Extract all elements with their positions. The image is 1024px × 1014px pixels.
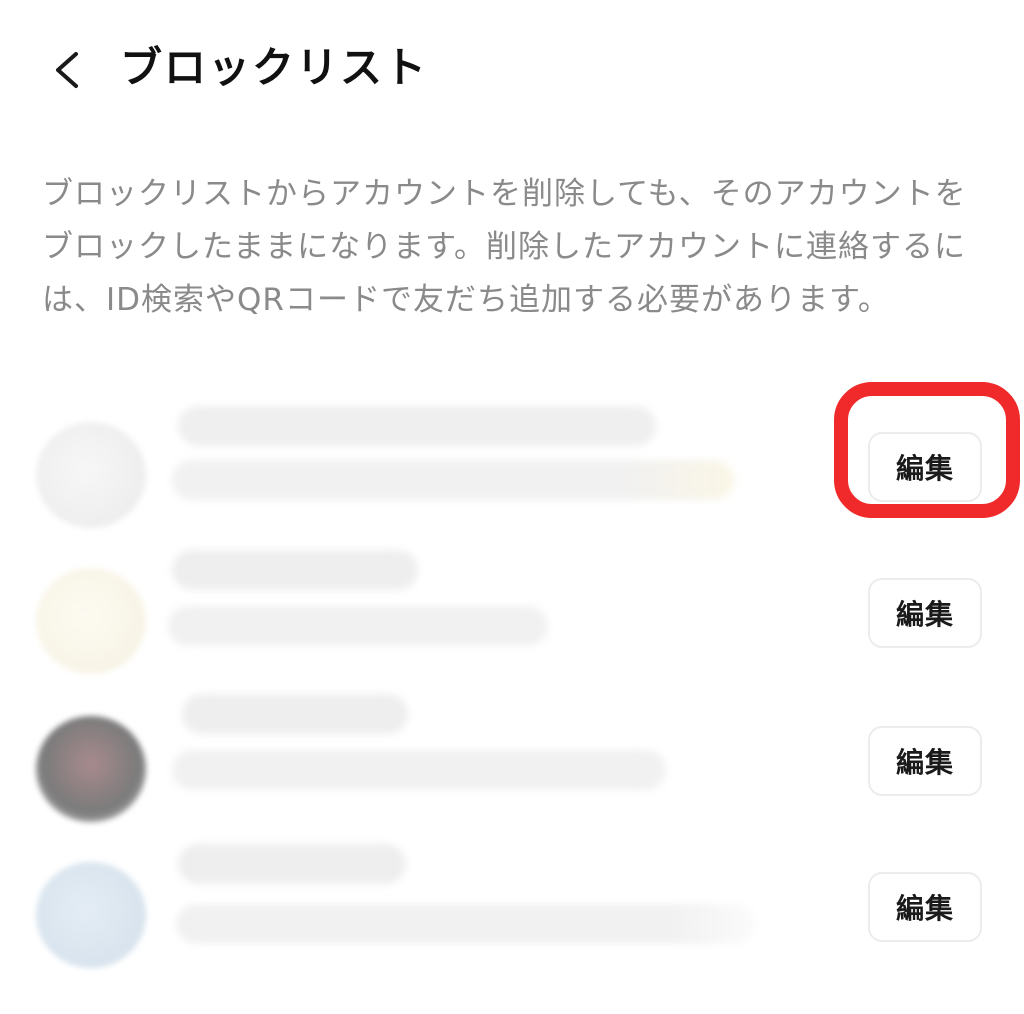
avatar bbox=[36, 716, 146, 822]
account-name-redacted bbox=[172, 550, 418, 590]
avatar bbox=[36, 422, 146, 528]
account-name-redacted bbox=[182, 694, 408, 734]
page-title: ブロックリスト bbox=[120, 43, 429, 92]
back-button[interactable] bbox=[38, 40, 98, 100]
description-text: ブロックリストからアカウントを削除しても、そのアカウントを ブロックしたままにな… bbox=[42, 168, 992, 327]
edit-button[interactable]: 編集 bbox=[868, 726, 982, 796]
account-name-redacted bbox=[178, 844, 406, 884]
blocked-account-row: 編集 bbox=[0, 400, 1024, 540]
edit-button[interactable]: 編集 bbox=[868, 432, 982, 502]
account-status-redacted bbox=[172, 750, 666, 790]
header: ブロックリスト bbox=[0, 0, 1024, 140]
chevron-left-icon bbox=[56, 52, 78, 88]
blocked-account-row: 編集 bbox=[0, 840, 1024, 980]
account-name-redacted bbox=[178, 406, 656, 446]
blocked-account-row: 編集 bbox=[0, 546, 1024, 686]
account-status-redacted bbox=[176, 904, 756, 944]
edit-button[interactable]: 編集 bbox=[868, 872, 982, 942]
description-line: は、ID検索やQRコードで友だち追加する必要があります。 bbox=[42, 282, 890, 318]
edit-button[interactable]: 編集 bbox=[868, 578, 982, 648]
avatar bbox=[36, 568, 146, 674]
account-status-redacted bbox=[172, 460, 734, 500]
avatar bbox=[36, 862, 146, 968]
blocked-account-row: 編集 bbox=[0, 694, 1024, 834]
account-status-redacted bbox=[168, 606, 548, 646]
description-line: ブロックしたままになります。削除したアカウントに連絡するに bbox=[42, 229, 966, 265]
description-line: ブロックリストからアカウントを削除しても、そのアカウントを bbox=[42, 176, 967, 212]
